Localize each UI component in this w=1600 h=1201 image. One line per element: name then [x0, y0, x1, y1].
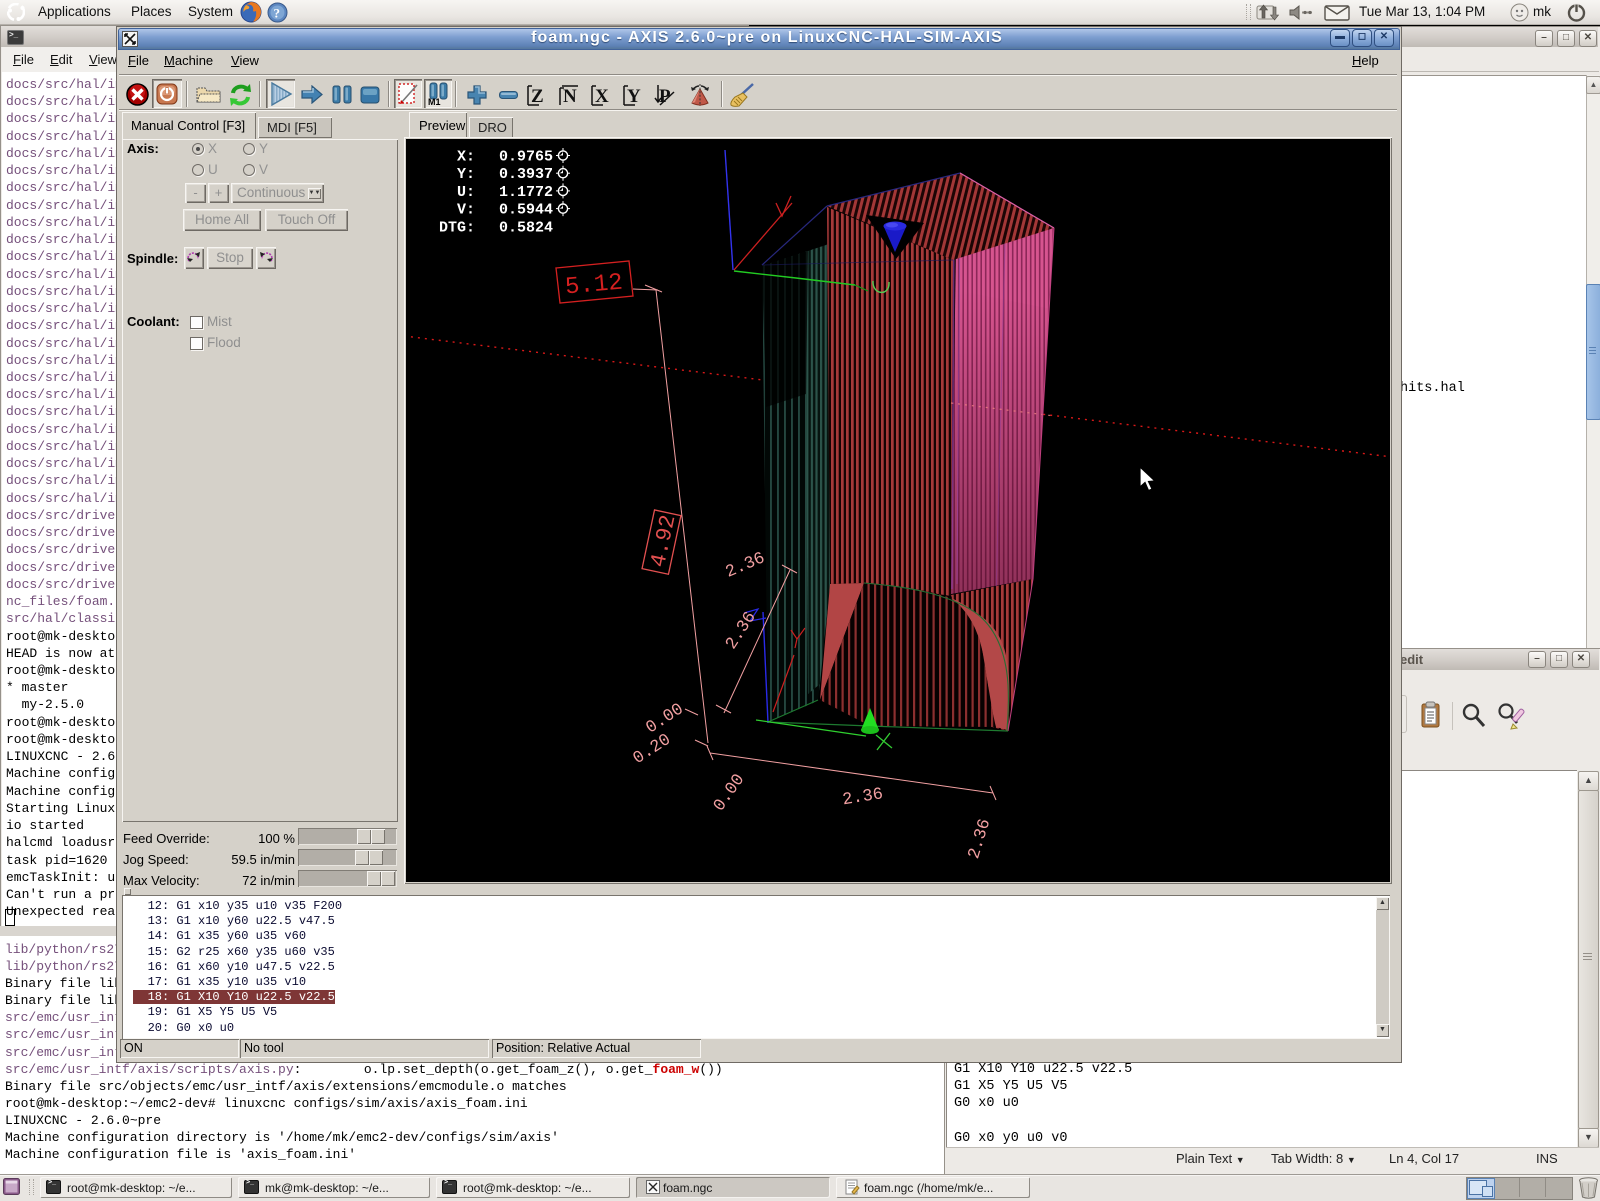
svg-text:0.5944: 0.5944 [499, 202, 553, 219]
svg-text:?: ? [274, 6, 281, 21]
svg-text:0.00: 0.00 [710, 771, 749, 815]
svg-text:Y: Y [627, 86, 641, 107]
svg-text:X:: X: [457, 149, 475, 166]
svg-text:0.3937: 0.3937 [499, 166, 553, 183]
svg-text:4.92: 4.92 [646, 513, 681, 570]
svg-text:1.1772: 1.1772 [499, 184, 553, 201]
svg-text:Z: Z [531, 86, 544, 107]
svg-text:2.36: 2.36 [965, 817, 995, 862]
svg-text:V:: V: [457, 202, 475, 219]
svg-text:0.5824: 0.5824 [499, 219, 553, 236]
svg-text:0.9765: 0.9765 [499, 149, 553, 166]
svg-text:Y:: Y: [457, 166, 475, 183]
svg-text:2.36: 2.36 [723, 549, 768, 582]
svg-text:2.36: 2.36 [841, 785, 884, 810]
svg-text:5.12: 5.12 [564, 270, 624, 302]
svg-text:DTG:: DTG: [439, 219, 475, 236]
svg-text:N: N [563, 86, 577, 107]
svg-text:U:: U: [457, 184, 475, 201]
svg-text:X: X [595, 86, 609, 107]
svg-text:M1: M1 [428, 97, 441, 106]
